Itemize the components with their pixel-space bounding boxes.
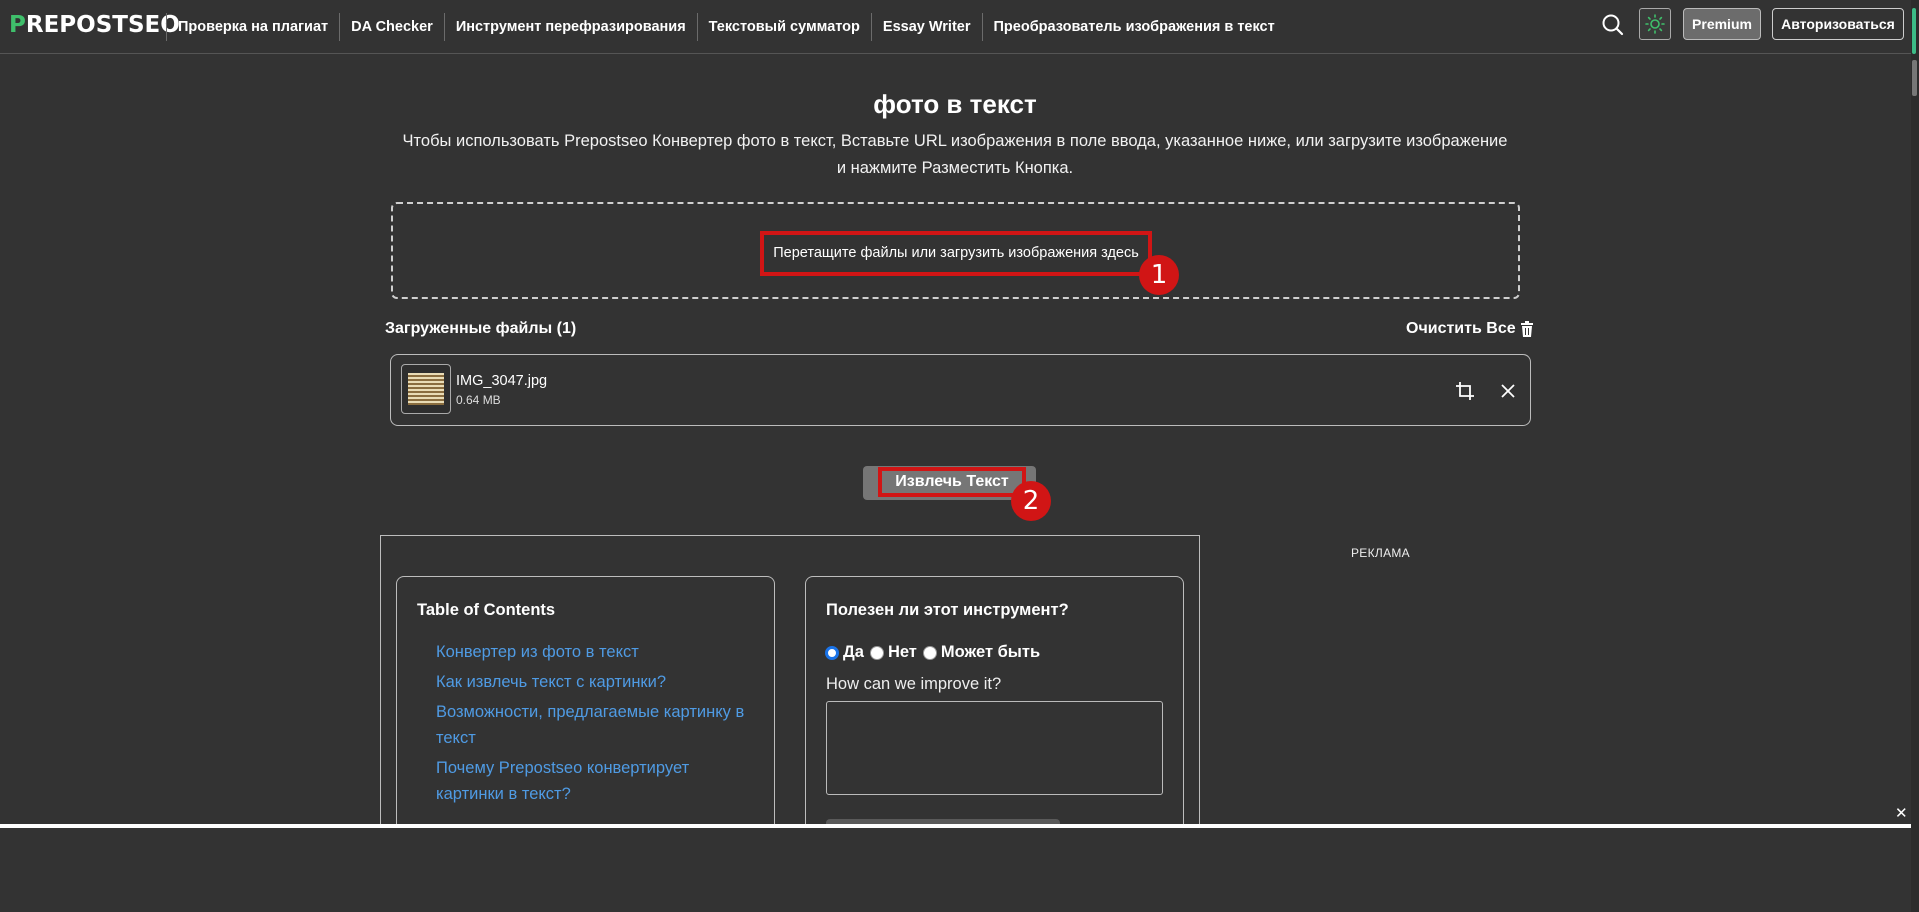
feedback-title: Полезен ли этот инструмент? bbox=[826, 601, 1069, 619]
feedback-textarea[interactable] bbox=[826, 701, 1163, 795]
nav-essay-writer[interactable]: Essay Writer bbox=[870, 13, 982, 41]
radio-yes[interactable] bbox=[825, 645, 839, 660]
scrollbar[interactable] bbox=[1911, 0, 1919, 912]
site-logo[interactable]: P REPOSTSEO bbox=[9, 12, 180, 38]
radio-no-label: Нет bbox=[887, 643, 917, 661]
annotation-badge-2: 2 bbox=[1011, 481, 1051, 521]
feedback-card: Полезен ли этот инструмент? Да Нет Может… bbox=[805, 576, 1184, 836]
crop-icon[interactable] bbox=[1455, 381, 1475, 401]
nav-da-checker[interactable]: DA Checker bbox=[339, 13, 444, 41]
radio-maybe[interactable] bbox=[922, 645, 937, 660]
clear-all-label: Очистить Все bbox=[1406, 320, 1516, 337]
main-nav: Проверка на плагиат DA Checker Инструмен… bbox=[166, 0, 1286, 54]
toc-item[interactable]: Конвертер из фото в текст bbox=[436, 639, 756, 665]
file-size: 0.64 MB bbox=[456, 393, 501, 407]
top-header: P REPOSTSEO Проверка на плагиат DA Check… bbox=[0, 0, 1919, 54]
uploaded-files-label: Загруженные файлы (1) bbox=[385, 320, 577, 337]
feedback-question: How can we improve it? bbox=[826, 675, 1002, 693]
logo-mark: P bbox=[9, 12, 26, 38]
extract-text-label[interactable]: Извлечь Текст bbox=[878, 467, 1026, 497]
search-icon[interactable] bbox=[1600, 12, 1626, 38]
nav-paraphrase[interactable]: Инструмент перефразирования bbox=[443, 13, 697, 41]
table-of-contents: Table of Contents Конвертер из фото в те… bbox=[396, 576, 775, 836]
scrollbar-thumb[interactable] bbox=[1912, 60, 1917, 96]
nav-summarizer[interactable]: Текстовый сумматор bbox=[696, 13, 871, 41]
feedback-options: Да Нет Может быть bbox=[825, 643, 1040, 662]
annotation-badge-1: 1 bbox=[1139, 255, 1179, 295]
file-name: IMG_3047.jpg bbox=[456, 373, 548, 389]
page-subtitle: Чтобы использовать Prepostseo Конвертер … bbox=[402, 132, 1508, 177]
overlay-close-icon[interactable]: ✕ bbox=[1895, 804, 1908, 822]
logo-text: REPOSTSEO bbox=[25, 12, 180, 38]
login-button[interactable]: Авторизоваться bbox=[1772, 8, 1904, 40]
toc-title: Table of Contents bbox=[417, 601, 556, 619]
radio-yes-label: Да bbox=[843, 643, 864, 661]
nav-image-to-text[interactable]: Преобразователь изображения в текст bbox=[981, 13, 1286, 41]
sun-icon[interactable] bbox=[1639, 8, 1671, 40]
toc-item[interactable]: Возможности, предлагаемые картинку в тек… bbox=[436, 699, 756, 751]
ad-label: РЕКЛАМА bbox=[1351, 546, 1410, 560]
toc-item[interactable]: Почему Prepostseo конвертирует картинки … bbox=[436, 755, 756, 807]
dropzone-label[interactable]: Перетащите файлы или загрузить изображен… bbox=[760, 231, 1152, 276]
premium-button[interactable]: Premium bbox=[1683, 8, 1761, 40]
close-icon[interactable] bbox=[1499, 382, 1517, 400]
scrollbar-accent bbox=[1912, 8, 1916, 54]
uploaded-file-row: IMG_3047.jpg 0.64 MB bbox=[390, 354, 1531, 426]
trash-icon bbox=[1520, 321, 1533, 337]
clear-all-button[interactable]: Очистить Все bbox=[1406, 320, 1534, 338]
radio-maybe-label: Может быть bbox=[940, 643, 1041, 661]
bottom-ad-overlay bbox=[0, 824, 1911, 912]
toc-item[interactable]: Как извлечь текст с картинки? bbox=[436, 669, 756, 695]
page-title: фото в текст bbox=[873, 89, 1037, 119]
toc-list: Конвертер из фото в текст Как извлечь те… bbox=[436, 639, 756, 811]
file-thumbnail bbox=[401, 364, 451, 414]
radio-no[interactable] bbox=[869, 645, 884, 660]
nav-plagiarism[interactable]: Проверка на плагиат bbox=[166, 13, 339, 41]
